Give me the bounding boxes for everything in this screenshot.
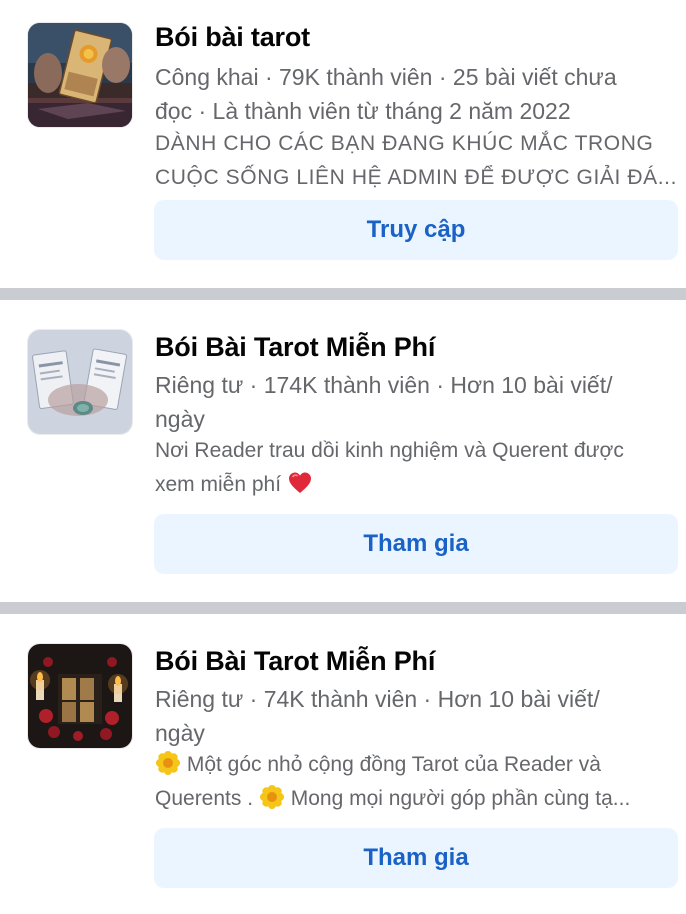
join-group-button[interactable]: Tham gia [154, 514, 678, 574]
group-description: Nơi Reader trau dồi kinh nghiệm và Quere… [155, 434, 675, 502]
group-meta-line: ngày [155, 406, 205, 432]
blossom-icon [155, 750, 181, 776]
group-meta-line: Riêng tư · 174K thành viên · Hơn 10 bài … [155, 372, 613, 398]
tarot-cards-hands-image [28, 330, 132, 434]
join-group-button-label: Tham gia [363, 530, 469, 557]
card-divider [0, 288, 686, 300]
group-thumbnail-tarot-card-sun[interactable] [28, 23, 132, 127]
group-description-text: xem miễn phí [155, 473, 282, 496]
group-description-line: Querents . Mong mọi người góp phần cùng … [155, 782, 675, 816]
visit-group-button-label: Truy cập [366, 216, 466, 243]
group-card[interactable]: Bói bài tarot Công khai · 79K thành viên… [0, 0, 686, 288]
group-meta-line: Công khai · 79K thành viên · 25 bài viết… [155, 64, 617, 90]
group-description-line: Nơi Reader trau dồi kinh nghiệm và Quere… [155, 439, 624, 462]
group-meta-line: đọc · Là thành viên từ tháng 2 năm 2022 [155, 98, 571, 124]
group-description-line: DÀNH CHO CÁC BẠN ĐANG KHÚC MẮC TRONG [155, 132, 654, 155]
group-thumbnail-tarot-cards-candles[interactable] [28, 644, 132, 748]
group-description-text: Querents . [155, 787, 254, 810]
group-name[interactable]: Bói Bài Tarot Miễn Phí [155, 646, 435, 677]
card-divider [0, 602, 686, 614]
group-description-line: Một góc nhỏ cộng đồng Tarot của Reader v… [155, 748, 675, 782]
join-group-button-label: Tham gia [363, 844, 469, 871]
blossom-icon [259, 784, 285, 810]
red-heart-icon [287, 470, 313, 496]
group-description-text: Mong mọi người góp phần cùng tạ... [290, 787, 631, 810]
group-description-line: xem miễn phí [155, 468, 675, 502]
group-description-text: Một góc nhỏ cộng đồng Tarot của Reader v… [186, 753, 601, 776]
group-meta: Riêng tư · 74K thành viên · Hơn 10 bài v… [155, 682, 675, 750]
group-results-feed: Bói bài tarot Công khai · 79K thành viên… [0, 0, 686, 914]
join-group-button[interactable]: Tham gia [154, 828, 678, 888]
group-meta: Riêng tư · 174K thành viên · Hơn 10 bài … [155, 368, 675, 436]
tarot-candles-roses-image [28, 644, 132, 748]
group-meta-line: ngày [155, 720, 205, 746]
visit-group-button[interactable]: Truy cập [154, 200, 678, 260]
group-name[interactable]: Bói Bài Tarot Miễn Phí [155, 332, 435, 363]
group-card[interactable]: Bói Bài Tarot Miễn Phí Riêng tư · 174K t… [0, 300, 686, 602]
tarot-sun-card-image [28, 23, 132, 127]
group-meta: Công khai · 79K thành viên · 25 bài viết… [155, 60, 675, 128]
group-meta-line: Riêng tư · 74K thành viên · Hơn 10 bài v… [155, 686, 600, 712]
group-description: Một góc nhỏ cộng đồng Tarot của Reader v… [155, 748, 675, 816]
group-description-line: CUỘC SỐNG LIÊN HỆ ADMIN ĐỂ ĐƯỢC GIẢI ĐÁ.… [155, 166, 675, 189]
group-description: DÀNH CHO CÁC BẠN ĐANG KHÚC MẮC TRONG CUỘ… [155, 127, 675, 195]
group-name[interactable]: Bói bài tarot [155, 22, 310, 53]
group-thumbnail-tarot-cards-in-hands[interactable] [28, 330, 132, 434]
group-card[interactable]: Bói Bài Tarot Miễn Phí Riêng tư · 74K th… [0, 614, 686, 914]
